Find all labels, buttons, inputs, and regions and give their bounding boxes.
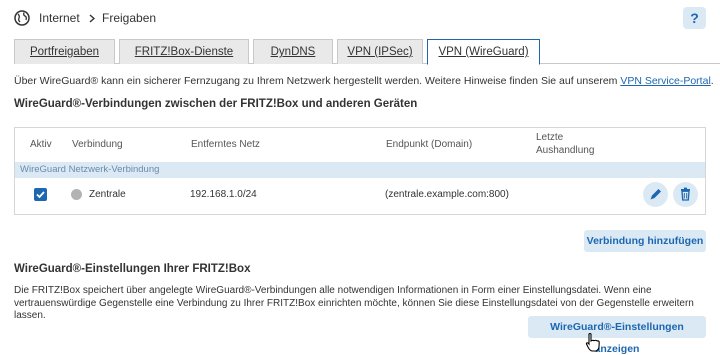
- header: Internet Freigaben ?: [0, 0, 720, 36]
- page-title: Freigaben: [102, 11, 157, 25]
- check-icon: [36, 191, 45, 199]
- tab-bar: Portfreigaben FRITZ!Box-Dienste DynDNS V…: [14, 39, 720, 65]
- group-label: WireGuard Netzwerk-Verbindung: [20, 164, 160, 175]
- tab-fritzbox-dienste[interactable]: FRITZ!Box-Dienste: [119, 39, 249, 64]
- breadcrumb-section[interactable]: Internet: [39, 11, 80, 25]
- status-dot: [71, 189, 82, 200]
- connection-endpoint: (zentrale.example.com:800): [385, 189, 509, 200]
- column-header-aktiv: Aktiv: [30, 139, 52, 150]
- intro-text: Über WireGuard® kann ein sicherer Fernzu…: [14, 75, 714, 87]
- tab-vpn-wireguard[interactable]: VPN (WireGuard): [427, 39, 540, 65]
- trash-icon: [681, 187, 690, 201]
- help-button[interactable]: ?: [683, 7, 706, 29]
- add-connection-button[interactable]: Verbindung hinzufügen: [584, 230, 706, 252]
- hand-cursor-icon: [585, 332, 600, 352]
- connections-heading: WireGuard®-Verbindungen zwischen der FRI…: [14, 98, 418, 110]
- delete-button[interactable]: [673, 182, 698, 207]
- show-settings-button[interactable]: WireGuard®-Einstellungen anzeigen: [528, 316, 706, 355]
- column-header-verbindung: Verbindung: [72, 139, 123, 150]
- connection-network: 192.168.1.0/24: [190, 189, 257, 200]
- tab-dyndns[interactable]: DynDNS: [253, 39, 333, 64]
- connection-name: Zentrale: [89, 189, 126, 200]
- connections-table: Aktiv Verbindung Entferntes Netz Endpunk…: [14, 127, 706, 215]
- chevron-right-icon: [89, 14, 95, 23]
- globe-icon: [14, 10, 30, 26]
- edit-button[interactable]: [643, 182, 668, 207]
- column-header-endpunkt: Endpunkt (Domain): [386, 139, 473, 150]
- tab-vpn-ipsec[interactable]: VPN (IPSec): [337, 39, 423, 64]
- column-header-netz: Entferntes Netz: [191, 139, 260, 150]
- active-checkbox[interactable]: [34, 188, 47, 201]
- group-row: WireGuard Netzwerk-Verbindung: [15, 162, 705, 178]
- vpn-service-portal-link[interactable]: VPN Service-Portal: [620, 75, 710, 87]
- column-header-handshake: Letzte Aushandlung: [536, 132, 595, 156]
- tab-portfreigaben[interactable]: Portfreigaben: [14, 39, 115, 64]
- pencil-icon: [650, 189, 661, 200]
- settings-heading: WireGuard®-Einstellungen Ihrer FRITZ!Box: [14, 263, 251, 275]
